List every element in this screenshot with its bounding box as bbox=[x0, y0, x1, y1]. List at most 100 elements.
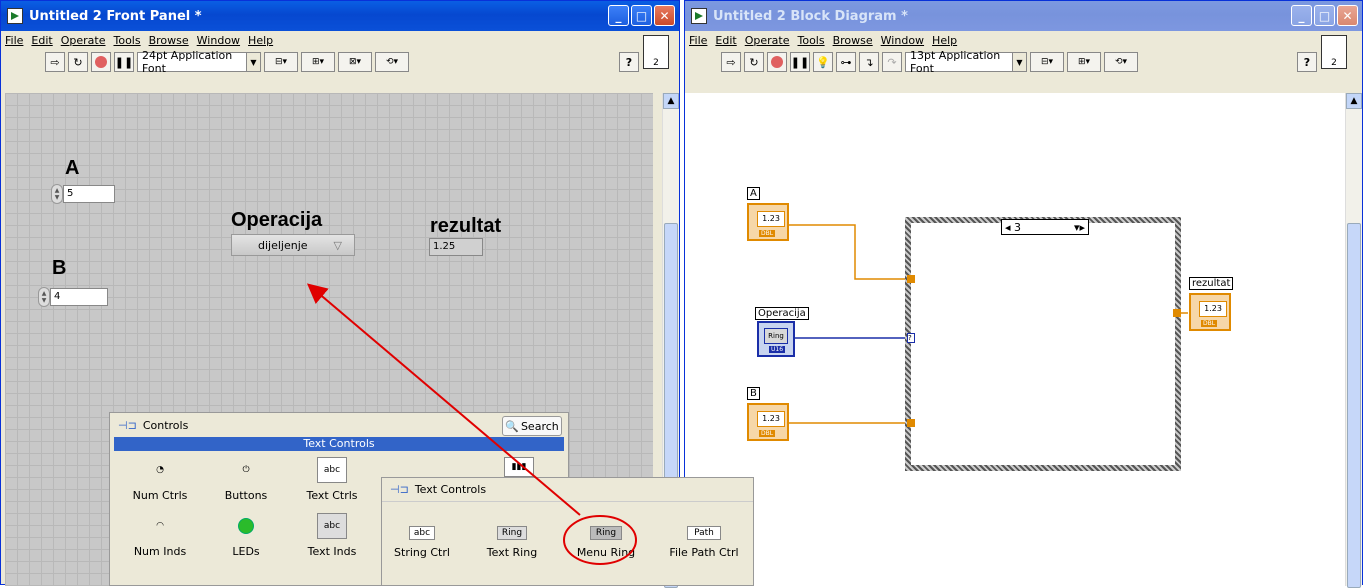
palette-menu-ring[interactable]: Ring Menu Ring bbox=[566, 526, 646, 559]
help-icon[interactable]: ? bbox=[619, 52, 639, 72]
maximize-button[interactable]: □ bbox=[631, 5, 652, 26]
menu-tools[interactable]: Tools bbox=[114, 34, 141, 47]
menu-help[interactable]: Help bbox=[248, 34, 273, 47]
retain-wire-values-icon[interactable]: ⊶ bbox=[836, 52, 856, 72]
reorder-icon[interactable]: ⟲▾ bbox=[375, 52, 409, 72]
palette-item-label: Buttons bbox=[224, 489, 268, 502]
palette-text-ring[interactable]: Ring Text Ring bbox=[472, 526, 552, 559]
menu-browse[interactable]: Browse bbox=[833, 34, 873, 47]
minimize-button[interactable]: _ bbox=[608, 5, 629, 26]
terminal-b-value: 1.23 bbox=[757, 411, 785, 427]
distribute-objects-icon[interactable]: ⊞▾ bbox=[301, 52, 335, 72]
palette-item-label: File Path Ctrl bbox=[669, 546, 739, 559]
align-objects-icon[interactable]: ⊟▾ bbox=[264, 52, 298, 72]
control-b[interactable]: ▲ ▼ 4 bbox=[38, 287, 108, 307]
menu-window[interactable]: Window bbox=[881, 34, 924, 47]
scroll-up-icon[interactable]: ▲ bbox=[663, 93, 679, 109]
file-path-icon: Path bbox=[687, 526, 721, 540]
run-arrow-icon[interactable]: ⇨ bbox=[45, 52, 65, 72]
run-arrow-icon[interactable]: ⇨ bbox=[721, 52, 741, 72]
menu-edit[interactable]: Edit bbox=[31, 34, 52, 47]
menu-file[interactable]: File bbox=[689, 34, 707, 47]
block-diagram-title: Untitled 2 Block Diagram * bbox=[713, 8, 908, 24]
scrollbar-thumb[interactable] bbox=[1347, 223, 1361, 588]
reorder-icon[interactable]: ⟲▾ bbox=[1104, 52, 1138, 72]
text-controls-palette: ⊣⊐ Text Controls abc String Ctrl Ring Te… bbox=[381, 477, 754, 586]
block-diagram-titlebar[interactable]: Untitled 2 Block Diagram * _ □ ✕ bbox=[685, 1, 1362, 31]
help-icon[interactable]: ? bbox=[1297, 52, 1317, 72]
operacija-menu-ring[interactable]: dijeljenje ▽ bbox=[231, 234, 355, 256]
palette-num-inds[interactable]: ◠ Num Inds bbox=[120, 513, 200, 558]
resize-objects-icon[interactable]: ⊠▾ bbox=[338, 52, 372, 72]
minimize-button[interactable]: _ bbox=[1291, 5, 1312, 26]
menu-operate[interactable]: Operate bbox=[745, 34, 790, 47]
pause-icon[interactable]: ❚❚ bbox=[790, 52, 810, 72]
rezultat-indicator: 1.25 bbox=[429, 238, 483, 256]
pin-icon[interactable]: ⊣⊐ bbox=[118, 419, 137, 432]
rezultat-label: rezultat bbox=[430, 215, 502, 237]
menu-tools[interactable]: Tools bbox=[798, 34, 825, 47]
palette-string-ctrl[interactable]: abc String Ctrl bbox=[382, 526, 462, 559]
vi-connector-icon[interactable]: 2 bbox=[643, 35, 669, 69]
labview-icon bbox=[691, 8, 707, 24]
block-diagram-scrollbar[interactable]: ▲ bbox=[1345, 93, 1362, 588]
font-selector[interactable]: 24pt Application Font ▼ bbox=[137, 49, 261, 75]
palette-text-ctrls[interactable]: abc Text Ctrls bbox=[292, 457, 372, 502]
increment-arrows-icon[interactable]: ▲ ▼ bbox=[51, 184, 63, 204]
font-selector[interactable]: 13pt Application Font ▼ bbox=[905, 49, 1027, 75]
abort-icon[interactable] bbox=[767, 52, 787, 72]
palette-buttons[interactable]: ⏻ Buttons bbox=[206, 457, 286, 502]
tunnel-result bbox=[1173, 309, 1181, 317]
terminal-b[interactable]: 1.23 DBL bbox=[747, 403, 789, 441]
control-a[interactable]: ▲ ▼ 5 bbox=[51, 184, 115, 204]
terminal-rezultat-type: DBL bbox=[1201, 320, 1218, 327]
front-panel-titlebar[interactable]: Untitled 2 Front Panel * _ □ ✕ bbox=[1, 1, 679, 31]
path-icon[interactable]: ▮▮▮ bbox=[504, 457, 534, 477]
palette-text-inds[interactable]: abc Text Inds bbox=[292, 513, 372, 558]
menu-file[interactable]: File bbox=[5, 34, 23, 47]
case-structure[interactable] bbox=[905, 217, 1181, 471]
step-into-icon[interactable]: ↴ bbox=[859, 52, 879, 72]
case-selector[interactable]: ◂ 3 ▾▸ bbox=[1001, 219, 1089, 235]
front-panel-toolbar: ⇨ ↻ ❚❚ 24pt Application Font ▼ ⊟▾ ⊞▾ ⊠▾ ⟲… bbox=[1, 35, 679, 75]
chevron-down-icon: ▼ bbox=[1012, 53, 1026, 71]
menu-operate[interactable]: Operate bbox=[61, 34, 106, 47]
run-continuous-icon[interactable]: ↻ bbox=[744, 52, 764, 72]
step-over-icon[interactable]: ↷ bbox=[882, 52, 902, 72]
controls-palette-title: Controls bbox=[142, 418, 189, 432]
terminal-rezultat[interactable]: 1.23 DBL bbox=[1189, 293, 1231, 331]
run-continuous-icon[interactable]: ↻ bbox=[68, 52, 88, 72]
operacija-label: Operacija bbox=[231, 209, 323, 231]
control-b-value[interactable]: 4 bbox=[50, 288, 108, 306]
highlight-execution-icon[interactable]: 💡 bbox=[813, 52, 833, 72]
block-diagram-menubar: File Edit Operate Tools Browse Window He… bbox=[685, 31, 1362, 49]
palette-file-path-ctrl[interactable]: Path File Path Ctrl bbox=[658, 526, 750, 559]
menu-help[interactable]: Help bbox=[932, 34, 957, 47]
close-button[interactable]: ✕ bbox=[1337, 5, 1358, 26]
abort-icon[interactable] bbox=[91, 52, 111, 72]
text-controls-category-bar[interactable]: Text Controls bbox=[114, 437, 564, 451]
terminal-a[interactable]: 1.23 DBL bbox=[747, 203, 789, 241]
maximize-button[interactable]: □ bbox=[1314, 5, 1335, 26]
block-diagram-canvas[interactable]: ÷ ◂ 3 ▾▸ ? A 1.23 DBL Operacija Ring U16… bbox=[685, 93, 1349, 586]
close-button[interactable]: ✕ bbox=[654, 5, 675, 26]
terminal-operacija[interactable]: Ring U16 bbox=[757, 321, 795, 357]
menu-edit[interactable]: Edit bbox=[715, 34, 736, 47]
align-objects-icon[interactable]: ⊟▾ bbox=[1030, 52, 1064, 72]
search-button[interactable]: 🔍 Search bbox=[502, 416, 562, 436]
menu-browse[interactable]: Browse bbox=[149, 34, 189, 47]
palette-item-label: String Ctrl bbox=[394, 546, 450, 559]
control-a-value[interactable]: 5 bbox=[63, 185, 115, 203]
pin-icon[interactable]: ⊣⊐ bbox=[390, 483, 409, 496]
palette-leds[interactable]: LEDs bbox=[206, 513, 286, 558]
palette-item-label: LEDs bbox=[232, 545, 260, 558]
distribute-objects-icon[interactable]: ⊞▾ bbox=[1067, 52, 1101, 72]
vi-connector-icon[interactable]: 2 bbox=[1321, 35, 1347, 69]
palette-num-ctrls[interactable]: ◔ Num Ctrls bbox=[120, 457, 200, 502]
scroll-up-icon[interactable]: ▲ bbox=[1346, 93, 1362, 109]
menu-window[interactable]: Window bbox=[197, 34, 240, 47]
knob-icon: ◔ bbox=[156, 465, 164, 475]
tunnel-operacija: ? bbox=[907, 333, 915, 343]
increment-arrows-icon[interactable]: ▲ ▼ bbox=[38, 287, 50, 307]
pause-icon[interactable]: ❚❚ bbox=[114, 52, 134, 72]
